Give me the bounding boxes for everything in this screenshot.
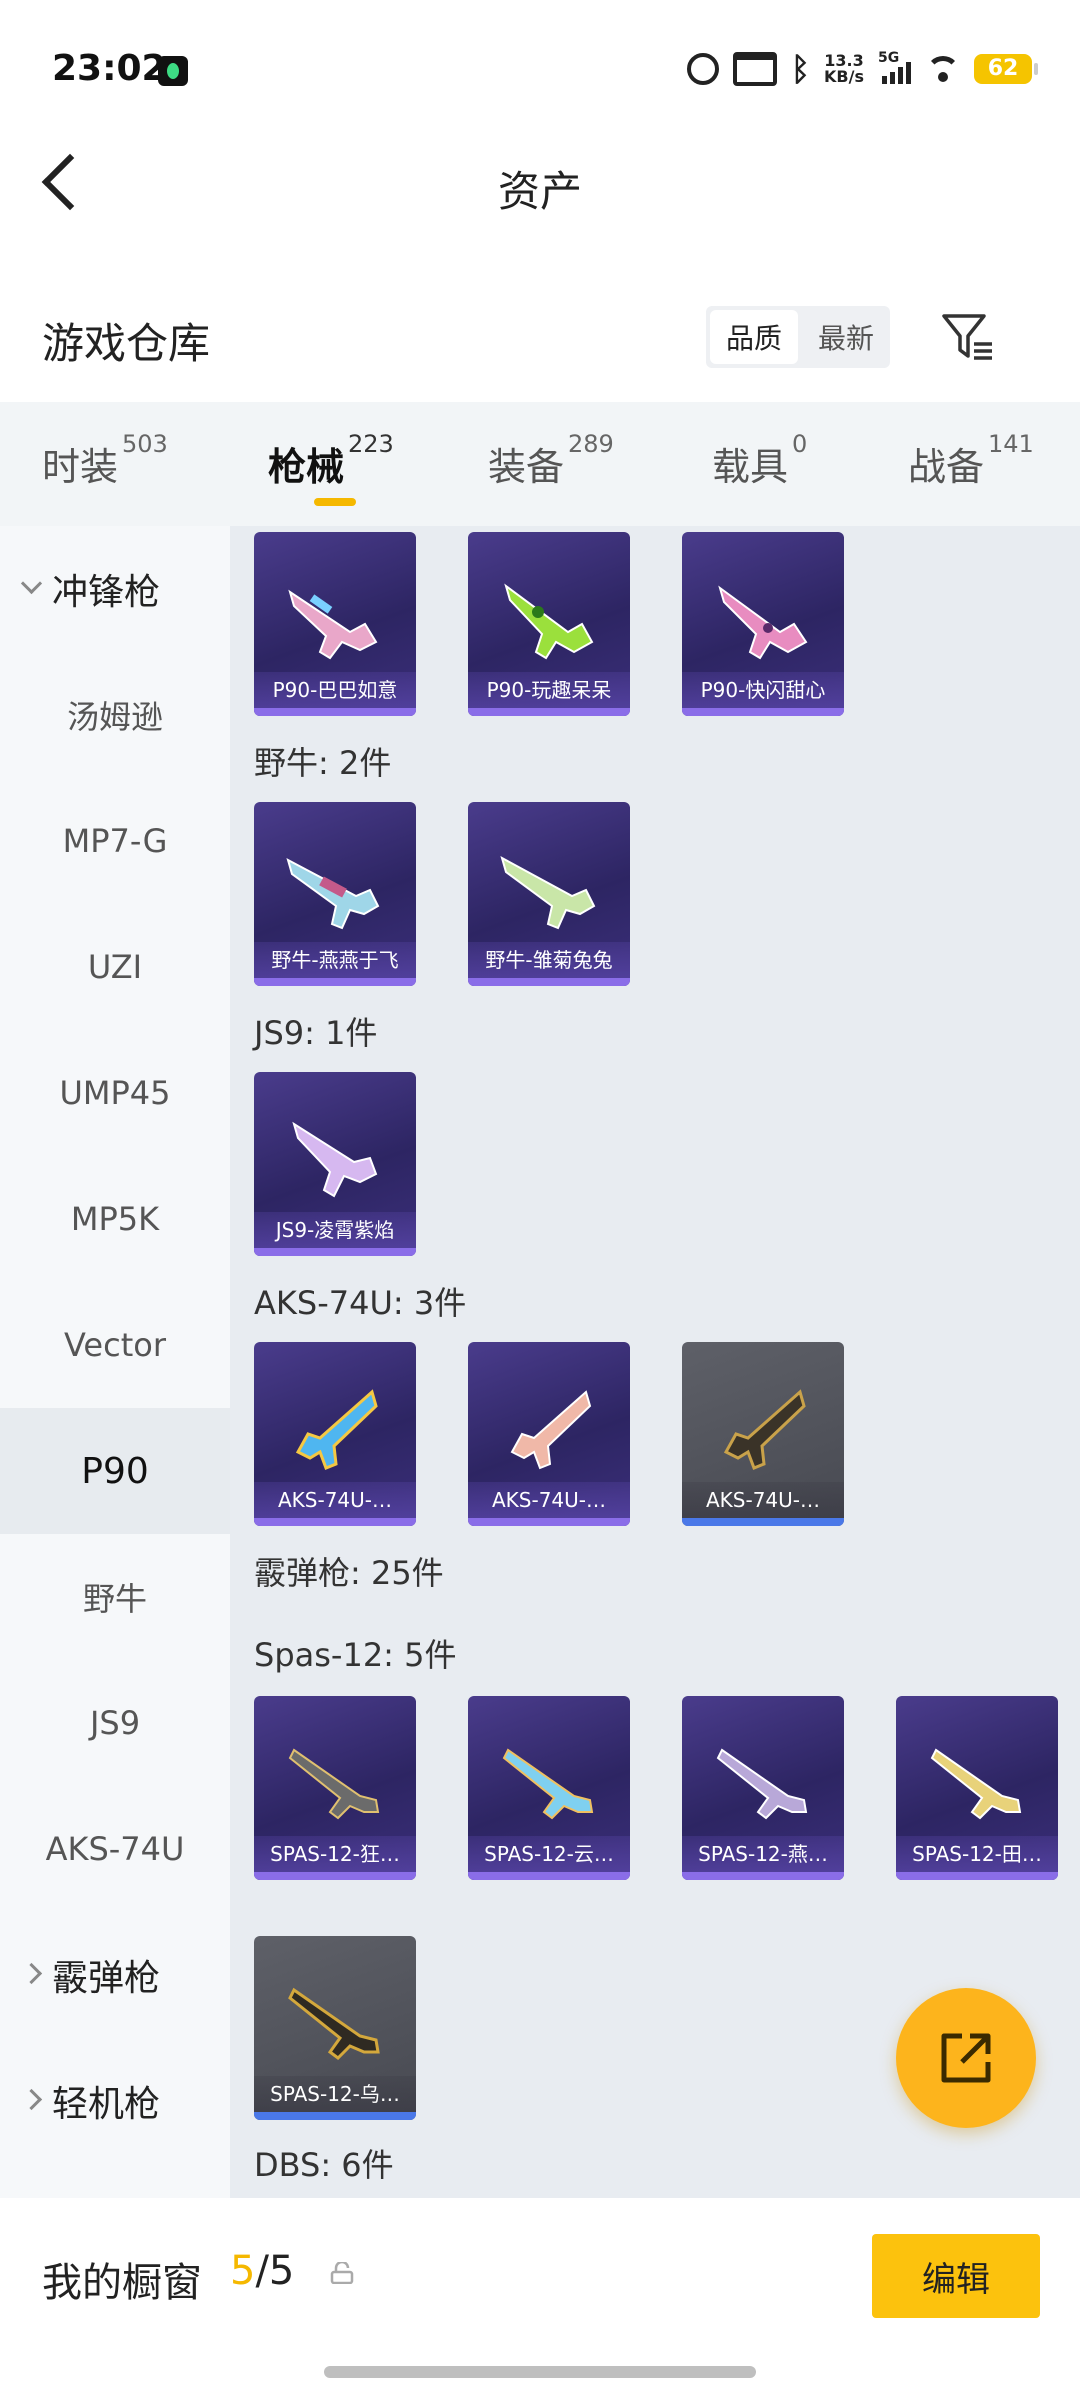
weapon-skin-list: P90-巴巴如意 P90-玩趣呆呆 P90-快闪甜心 野牛: 2件 野牛-燕燕于… — [230, 526, 1080, 2198]
sidebar-item-p90[interactable]: P90 — [0, 1408, 230, 1534]
group-label-bizon: 野牛: 2件 — [254, 744, 392, 782]
battery-icon: 62 — [974, 54, 1038, 84]
weapon-skin-icon — [716, 1748, 808, 1820]
weapon-skin-icon — [295, 1389, 378, 1470]
weapon-type-sidebar: 冲锋枪 汤姆逊 MP7-G UZI UMP45 MP5K Vector P90 … — [0, 526, 230, 2198]
lock-icon — [330, 2262, 354, 2284]
active-tab-indicator — [314, 498, 356, 506]
weapon-skin-icon — [286, 858, 380, 930]
skin-card[interactable]: P90-巴巴如意 — [254, 532, 416, 716]
sort-toggle: 品质 最新 — [706, 306, 890, 368]
bluetooth-icon: ᛒ — [790, 50, 811, 88]
edit-button[interactable]: 编辑 — [872, 2234, 1040, 2318]
sidebar-item-mp5k[interactable]: MP5K — [0, 1156, 230, 1282]
showcase-bar: 我的橱窗 5/5 编辑 — [0, 2198, 1080, 2400]
filter-icon[interactable] — [940, 310, 996, 366]
sort-newest-button[interactable]: 最新 — [802, 306, 890, 368]
wifi-icon — [926, 54, 960, 84]
showcase-label: 我的橱窗 — [42, 2260, 202, 2306]
weapon-skin-icon — [504, 583, 594, 660]
app-notification-icon — [158, 56, 188, 86]
sidebar-item-ump45[interactable]: UMP45 — [0, 1030, 230, 1156]
weapon-skin-icon — [500, 855, 596, 930]
tab-vehicles[interactable]: 载具0 — [712, 430, 807, 491]
sidebar-item-mp7g[interactable]: MP7-G — [0, 778, 230, 904]
sidebar-group-smg[interactable]: 冲锋枪 — [0, 526, 230, 652]
tab-fashion[interactable]: 时装503 — [42, 430, 168, 491]
sidebar-item-thompson[interactable]: 汤姆逊 — [0, 652, 230, 778]
weapon-skin-icon — [723, 1389, 806, 1470]
skin-card[interactable]: SPAS-12-田… — [896, 1696, 1058, 1880]
net-speed: 13.3 KB/s — [824, 51, 864, 86]
page-title: 资产 — [497, 167, 582, 216]
weapon-skin-icon — [510, 1390, 592, 1470]
group-label-js9: JS9: 1件 — [254, 1014, 378, 1052]
tab-equipment[interactable]: 装备289 — [488, 430, 614, 491]
skin-card[interactable]: SPAS-12-乌… — [254, 1936, 416, 2120]
weapon-skin-icon — [502, 1748, 594, 1820]
skin-card[interactable]: 野牛-燕燕于飞 — [254, 802, 416, 986]
status-icons: ᛒ 13.3 KB/s 5G 62 — [686, 50, 1038, 88]
skin-card[interactable]: P90-玩趣呆呆 — [468, 532, 630, 716]
skin-card[interactable]: AKS-74U-… — [468, 1342, 630, 1526]
weapon-skin-icon — [288, 589, 378, 660]
group-label-dbs: DBS: 6件 — [254, 2146, 394, 2184]
sidebar-item-bizon[interactable]: 野牛 — [0, 1534, 230, 1660]
group-label-shotgun: 霰弹枪: 25件 — [254, 1554, 444, 1592]
showcase-count: 5/5 — [230, 2248, 295, 2294]
sidebar-item-js9[interactable]: JS9 — [0, 1660, 230, 1786]
weapon-skin-icon — [930, 1748, 1022, 1820]
share-icon — [941, 2033, 991, 2083]
sidebar-group-shotgun[interactable]: 霰弹枪 — [0, 1912, 230, 2038]
weapon-skin-icon — [718, 585, 808, 660]
sidebar-item-uzi[interactable]: UZI — [0, 904, 230, 1030]
cell-signal-icon: 5G — [878, 50, 912, 86]
skin-card[interactable]: SPAS-12-燕… — [682, 1696, 844, 1880]
tab-supplies[interactable]: 战备141 — [908, 430, 1034, 491]
weapon-skin-icon — [292, 1121, 378, 1198]
weapon-skin-icon — [288, 1748, 380, 1820]
sidebar-group-lmg[interactable]: 轻机枪 — [0, 2038, 230, 2164]
skin-card[interactable]: SPAS-12-狂… — [254, 1696, 416, 1880]
skin-card[interactable]: P90-快闪甜心 — [682, 532, 844, 716]
sort-quality-button[interactable]: 品质 — [710, 310, 798, 364]
home-indicator[interactable] — [324, 2366, 756, 2378]
sleep-mode-icon — [732, 52, 777, 86]
skin-card[interactable]: SPAS-12-云… — [468, 1696, 630, 1880]
skin-card[interactable]: AKS-74U-… — [682, 1342, 844, 1526]
group-label-aks74u: AKS-74U: 3件 — [254, 1284, 467, 1322]
tab-firearms[interactable]: 枪械223 — [268, 430, 394, 491]
sidebar-item-aks74u[interactable]: AKS-74U — [0, 1786, 230, 1912]
status-time: 23:02 — [52, 48, 167, 89]
alarm-icon — [686, 53, 719, 85]
warehouse-title: 游戏仓库 — [42, 319, 211, 368]
skin-card[interactable]: JS9-凌霄紫焰 — [254, 1072, 416, 1256]
share-floating-button[interactable] — [896, 1988, 1036, 2128]
skin-card[interactable]: 野牛-雏菊兔兔 — [468, 802, 630, 986]
skin-card[interactable]: AKS-74U-… — [254, 1342, 416, 1526]
weapon-skin-icon — [288, 1987, 380, 2060]
status-bar: 23:02 ᛒ 13.3 KB/s 5G 62 — [0, 0, 1080, 140]
category-tabs: 时装503 枪械223 装备289 载具0 战备141 — [0, 402, 1080, 526]
sidebar-item-vector[interactable]: Vector — [0, 1282, 230, 1408]
group-label-spas12: Spas-12: 5件 — [254, 1636, 457, 1674]
